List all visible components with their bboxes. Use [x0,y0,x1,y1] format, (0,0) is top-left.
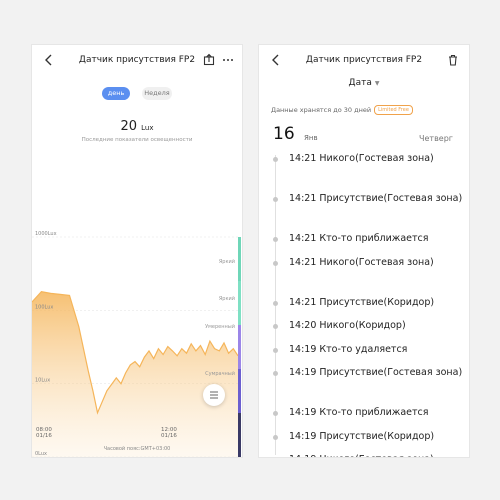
event-text: 14:21 Никого(Гостевая зона) [289,153,434,164]
export-icon[interactable] [202,53,216,67]
event-text: 14:19 Кто-то удаляется [289,343,408,355]
lux-unit: Lux [141,124,154,132]
event-text: 14:19 Присутствие(Коридор) [289,430,435,442]
list-icon [210,391,218,399]
timeline-dot [273,411,278,416]
timeline-dot [273,197,278,202]
header: Датчик присутствия FP2 [259,45,469,77]
caret-down-icon: ▼ [374,80,380,87]
weekday-label: Четверг [419,134,453,143]
timeline-dot [273,324,278,329]
event-text: 14:19 Никого(Гостевая зона) [289,452,464,457]
band-label: Сумрачный [205,370,235,377]
trash-icon[interactable] [446,53,460,67]
tab-week[interactable]: Неделя [142,87,172,100]
limited-free-badge: Limited Free [374,105,413,115]
lux-history-screen: Датчик присутствия FP2 день Неделя 20 Lu… [31,44,243,458]
band-segment [238,325,241,369]
event-text: 14:21 Присутствие(Гостевая зона) [289,193,463,204]
lux-value: 20 [120,119,138,134]
event-text: 14:21 Кто-то приближается [289,233,429,244]
retention-note: Данные хранятся до 30 дней Limited Free [271,105,413,115]
lux-chart[interactable]: 1000Lux100Lux10Lux0LuxЯркийЯркийУмеренны… [32,185,242,458]
band-label: Яркий [219,258,235,265]
date-selector-label: Дата [348,78,372,88]
timeline-dot [273,237,278,242]
y-tick-label: 1000Lux [35,231,57,237]
timeline-dot [273,157,278,162]
timeline-dot [273,260,278,266]
list-view-button[interactable] [203,384,225,406]
retention-text: Данные хранятся до 30 дней [271,106,372,114]
page-title: Датчик присутствия FP2 [305,55,423,65]
band-segment [238,369,241,413]
event-text: 14:19 Кто-то приближается [289,407,429,418]
header: Датчик присутствия FP2 [32,45,242,77]
timeline-dot [273,434,278,440]
event-text: 14:20 Никого(Коридор) [289,320,406,331]
day-number: 16 [273,124,295,144]
band-label: Умеренный [205,323,235,330]
more-icon[interactable] [221,53,235,67]
x-tick-1-date: 01/16 [36,433,52,439]
timeline-dot [273,300,278,306]
event-log-screen: Датчик присутствия FP2 Дата ▼ Данные хран… [258,44,470,458]
timeline-dot [273,371,278,376]
band-segment [238,281,241,325]
x-tick-2: 12:00 01/16 [161,427,177,439]
event-text: 14:21 Присутствие(Коридор) [289,296,435,308]
y-tick-label: 100Lux [35,304,53,310]
x-tick-1: 08:00 01/16 [36,427,52,439]
timezone-label: Часовой пояс:GMT+03:00 [103,446,171,452]
x-tick-2-date: 01/16 [161,433,177,439]
band-label: Яркий [219,295,235,302]
month-label: Янв [304,134,318,142]
y-tick-label: 10Lux [35,378,50,384]
current-lux: 20 Lux [32,119,242,134]
event-text: 14:19 Присутствие(Гостевая зона) [289,367,463,378]
event-text: 14:21 Никого(Гостевая зона) [289,256,434,268]
tab-day[interactable]: день [102,87,130,100]
band-segment [238,237,241,281]
timeline-dot [273,347,278,353]
date-selector[interactable]: Дата ▼ [259,78,469,88]
lux-caption: Последние показатели освещенности [81,137,193,143]
